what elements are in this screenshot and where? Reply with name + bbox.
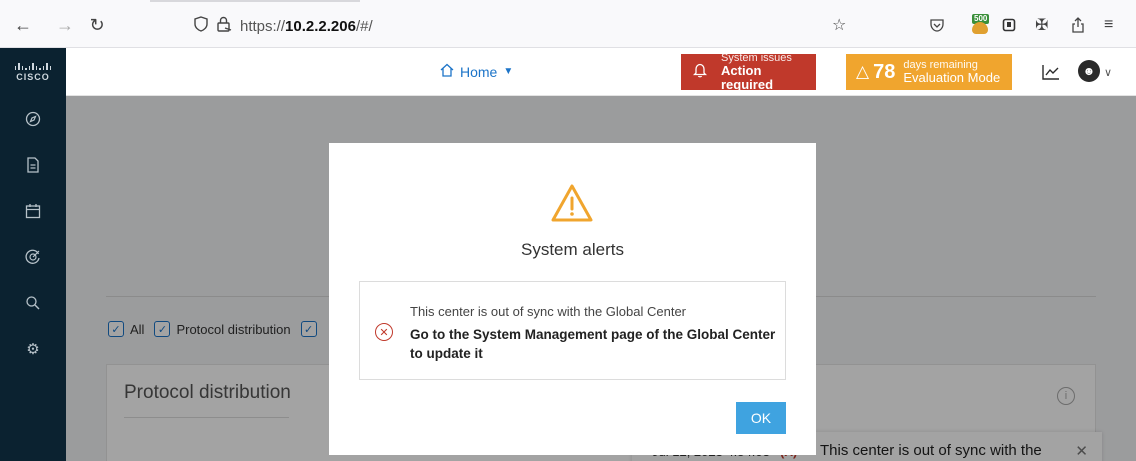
alert-instruction-text: Go to the System Management page of the … xyxy=(410,327,776,361)
system-issues-alert[interactable]: System issues Action required xyxy=(681,52,816,92)
extension-shield-icon[interactable] xyxy=(1002,14,1016,36)
alert-subtitle: System issues xyxy=(721,52,792,64)
pocket-icon[interactable] xyxy=(930,14,944,36)
evaluation-mode-badge[interactable]: △ 78 days remaining Evaluation Mode xyxy=(846,54,1012,90)
avatar-chevron-down-icon[interactable]: ∨ xyxy=(1104,60,1112,84)
chart-icon[interactable] xyxy=(1042,60,1060,84)
user-avatar-icon[interactable]: ☻ xyxy=(1078,60,1100,82)
extensions-icon[interactable]: ✠ xyxy=(1035,14,1048,36)
error-x-icon: ✕ xyxy=(375,323,393,341)
lock-icon xyxy=(216,16,232,36)
address-bar[interactable]: https://10.2.2.206/#/ xyxy=(188,14,858,38)
warning-icon: △ xyxy=(856,62,870,81)
logo-text: CISCO xyxy=(16,72,50,82)
browser-tab-edge xyxy=(150,0,360,6)
forward-arrow-icon[interactable]: → xyxy=(54,14,76,36)
search-icon[interactable] xyxy=(0,288,66,318)
caret-down-icon: ▼ xyxy=(503,66,514,77)
home-icon xyxy=(440,63,454,80)
system-alerts-modal: System alerts ✕ This center is out of sy… xyxy=(329,143,816,455)
warning-triangle-icon xyxy=(550,183,594,223)
compass-icon[interactable] xyxy=(0,104,66,134)
ok-button[interactable]: OK xyxy=(736,402,786,434)
share-icon[interactable] xyxy=(1070,14,1086,36)
days-remaining-label: days remaining xyxy=(903,59,978,71)
bookmark-star-icon[interactable]: ☆ xyxy=(832,14,846,36)
modal-title: System alerts xyxy=(521,240,624,259)
days-remaining-count: 78 xyxy=(873,60,896,83)
bell-icon xyxy=(692,62,708,83)
alert-message-box: ✕ This center is out of sync with the Gl… xyxy=(359,281,786,380)
sidebar: ⚙ xyxy=(0,96,66,461)
extension-500-icon[interactable]: 500 xyxy=(970,14,990,34)
alert-title: Action required xyxy=(721,63,774,92)
app-header: CISCO Home ▼ System issues Action requir… xyxy=(0,48,1136,96)
target-icon[interactable] xyxy=(0,242,66,272)
calendar-icon[interactable] xyxy=(0,196,66,226)
gear-icon[interactable]: ⚙ xyxy=(0,334,66,364)
shield-icon xyxy=(194,16,208,36)
evaluation-mode-label: Evaluation Mode xyxy=(903,70,1001,85)
menu-icon[interactable]: ≡ xyxy=(1104,14,1113,36)
home-dropdown[interactable]: Home ▼ xyxy=(440,63,513,80)
alert-message-text: This center is out of sync with the Glob… xyxy=(410,304,687,319)
browser-toolbar: ← → ↻ https://10.2.2.206/#/ ☆ 500 ✠ ≡ xyxy=(0,0,1136,48)
cisco-logo: CISCO xyxy=(0,48,66,96)
home-label: Home xyxy=(460,63,498,80)
back-arrow-icon[interactable]: ← xyxy=(12,14,34,36)
url-text: https://10.2.2.206/#/ xyxy=(240,17,373,35)
document-icon[interactable] xyxy=(0,150,66,180)
reload-icon[interactable]: ↻ xyxy=(86,14,108,36)
